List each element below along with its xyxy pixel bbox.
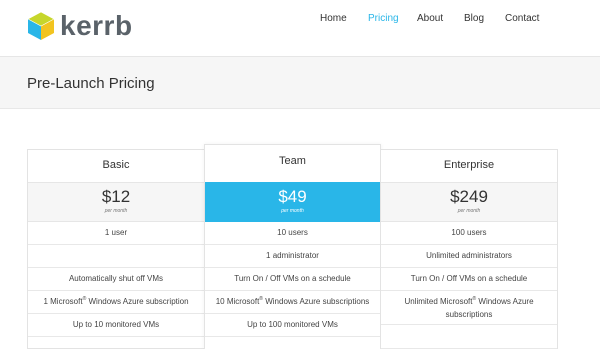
- plan-enterprise: Enterprise $249 per month 100 users Unli…: [381, 149, 558, 349]
- nav-pricing[interactable]: Pricing: [368, 13, 399, 24]
- cube-logo-icon: [27, 11, 55, 40]
- feature-azure: 1 Microsoft® Windows Azure subscription: [28, 291, 204, 314]
- feature-vm-control: Automatically shut off VMs: [28, 268, 204, 291]
- price-period: per month: [457, 208, 481, 214]
- plan-basic: Basic $12 per month 1 user Automatically…: [27, 149, 204, 349]
- price-box: $49 per month: [205, 182, 380, 222]
- feature-admins: Unlimited administrators: [381, 245, 557, 268]
- plan-price: $249: [450, 187, 488, 206]
- feature-users: 100 users: [381, 222, 557, 245]
- feature-azure: Unlimited Microsoft® Windows Azure subsc…: [381, 291, 557, 325]
- page-title: Pre-Launch Pricing: [27, 75, 155, 92]
- nav-contact[interactable]: Contact: [505, 13, 539, 24]
- nav-blog[interactable]: Blog: [464, 13, 484, 24]
- plan-name: Enterprise: [443, 159, 495, 171]
- plan-name: Team: [279, 155, 306, 167]
- nav-home[interactable]: Home: [320, 13, 347, 24]
- plan-price: $49: [278, 187, 307, 206]
- feature-monitored-vms: [381, 326, 557, 349]
- plan-name: Basic: [102, 159, 130, 171]
- feature-monitored-vms: Up to 100 monitored VMs: [205, 314, 380, 337]
- site-header: kerrb Home Pricing About Blog Contact: [0, 0, 600, 57]
- feature-azure: 10 Microsoft® Windows Azure subscription…: [205, 291, 380, 314]
- price-box: $249 per month: [381, 182, 557, 222]
- plan-team: Team $49 per month 10 users 1 administra…: [204, 144, 381, 349]
- page-title-bar: Pre-Launch Pricing: [0, 57, 600, 109]
- feature-monitored-vms: Up to 10 monitored VMs: [28, 314, 204, 337]
- plan-price: $12: [101, 187, 131, 206]
- feature-admins: 1 administrator: [205, 245, 380, 268]
- feature-admins: [28, 245, 204, 268]
- feature-users: 1 user: [28, 222, 204, 245]
- logo[interactable]: kerrb: [27, 11, 133, 41]
- feature-users: 10 users: [205, 222, 380, 245]
- brand-name: kerrb: [60, 10, 133, 41]
- feature-vm-control: Turn On / Off VMs on a schedule: [381, 268, 557, 291]
- price-period: per month: [104, 208, 128, 214]
- price-box: $12 per month: [28, 182, 204, 222]
- price-period: per month: [281, 208, 304, 214]
- nav-about[interactable]: About: [417, 13, 443, 24]
- feature-vm-control: Turn On / Off VMs on a schedule: [205, 268, 380, 291]
